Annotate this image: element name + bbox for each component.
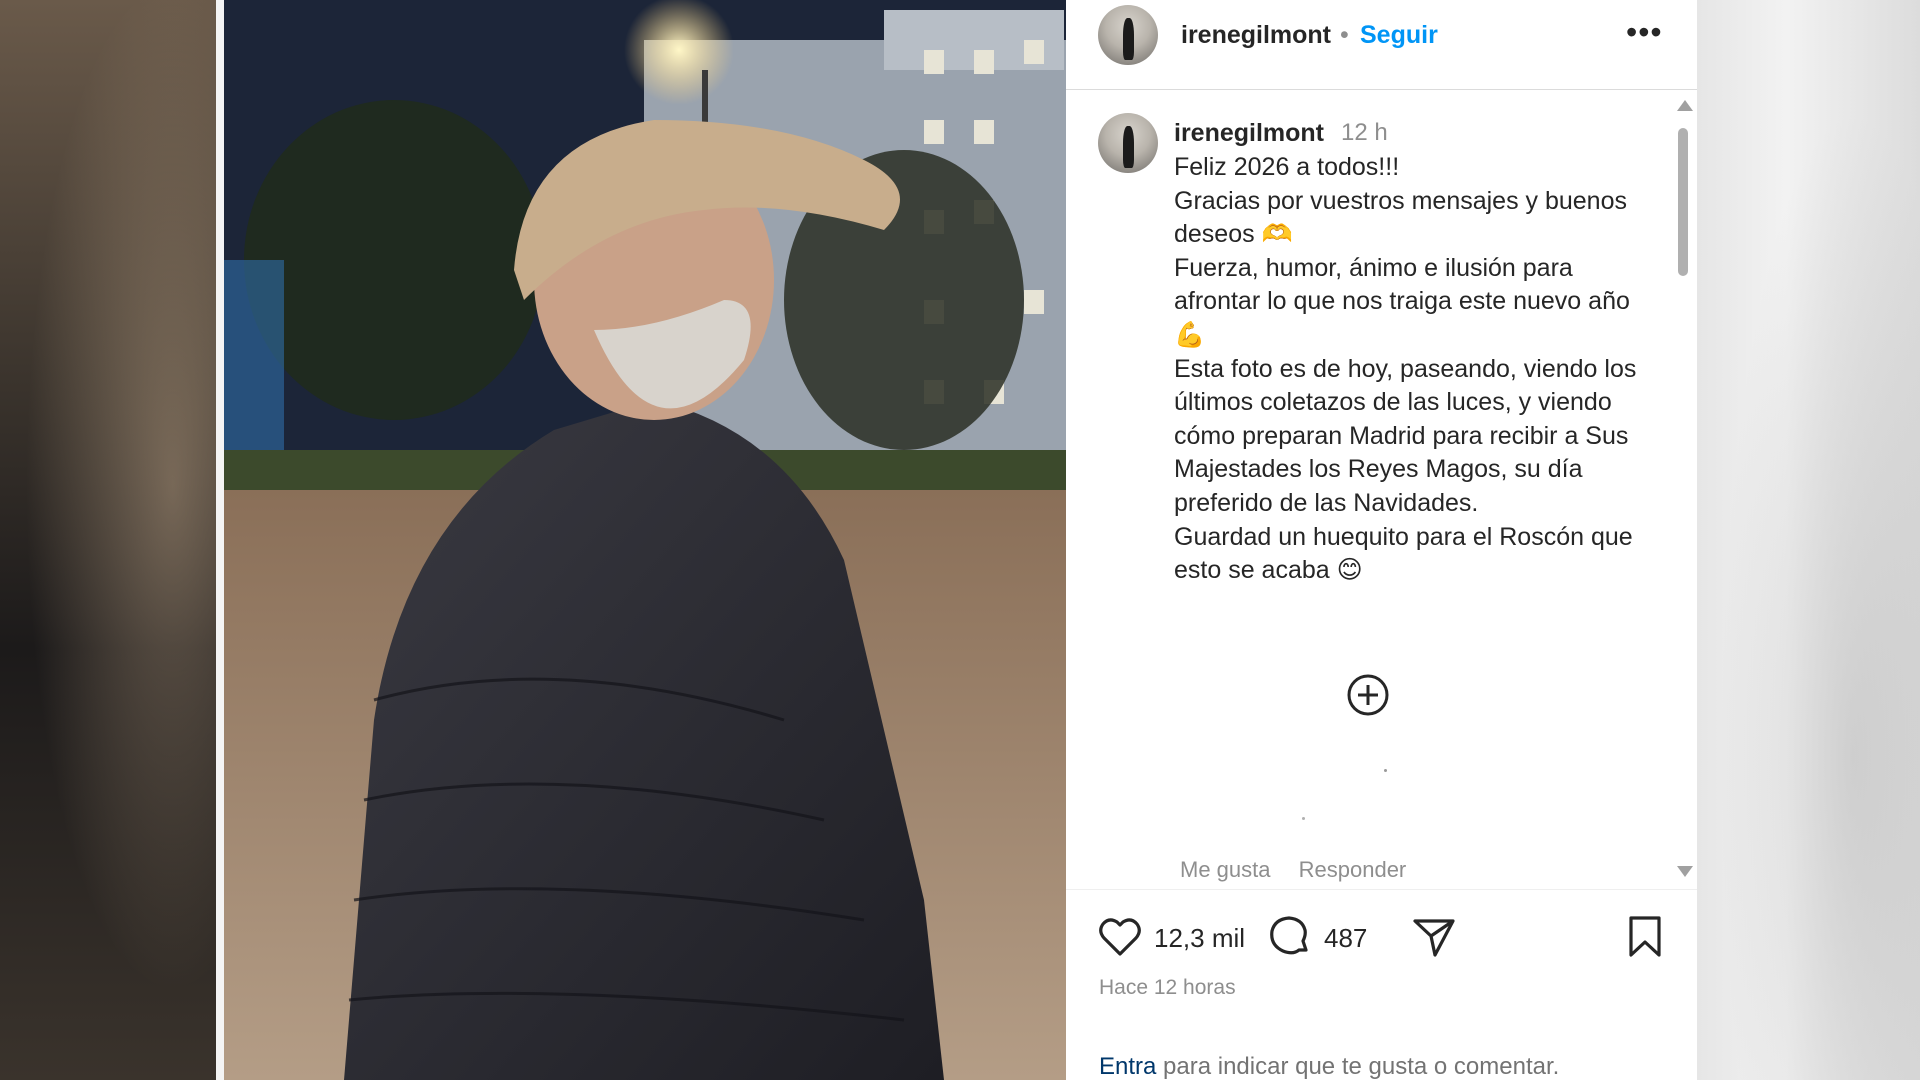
plus-circle-icon[interactable] xyxy=(1346,673,1390,717)
avatar[interactable] xyxy=(1098,5,1158,65)
comment-username[interactable]: irenegilmont xyxy=(1174,119,1324,148)
loading-dot xyxy=(1302,817,1305,820)
separator-dot: • xyxy=(1340,21,1349,49)
post-actions: 12,3 mil 487 Hace 12 horas Entra para in… xyxy=(1066,889,1697,1080)
post-timestamp[interactable]: Hace 12 horas xyxy=(1099,976,1236,1000)
more-options-icon[interactable]: ••• xyxy=(1626,14,1663,51)
comment-bubble-icon[interactable] xyxy=(1266,914,1312,960)
post-photo xyxy=(224,0,1066,1080)
scroll-up-arrow-icon[interactable] xyxy=(1677,100,1693,111)
likes-count[interactable]: 12,3 mil xyxy=(1154,923,1245,954)
scrollbar[interactable] xyxy=(1674,100,1693,886)
login-link[interactable]: Entra xyxy=(1099,1053,1156,1080)
comments-section: irenegilmont 12 h Feliz 2026 a todos!!! … xyxy=(1066,91,1697,889)
post-caption: Feliz 2026 a todos!!! Gracias por vuestr… xyxy=(1174,153,1637,585)
comment-actions: Me gusta Responder xyxy=(1180,857,1428,883)
scrollbar-thumb[interactable] xyxy=(1678,128,1688,276)
blurred-background-left xyxy=(0,0,216,1080)
post-panel: irenegilmont • Seguir ••• irenegilmont 1… xyxy=(1066,0,1697,1080)
comment-like-button[interactable]: Me gusta xyxy=(1180,857,1271,882)
comments-count[interactable]: 487 xyxy=(1324,923,1367,954)
avatar-figure xyxy=(1123,126,1134,169)
follow-button[interactable]: Seguir xyxy=(1360,21,1438,50)
comment-avatar[interactable] xyxy=(1098,113,1158,173)
avatar-figure xyxy=(1123,18,1134,61)
photo-illustration xyxy=(224,0,1066,1080)
loading-dot xyxy=(1384,769,1387,772)
login-prompt: Entra para indicar que te gusta o coment… xyxy=(1099,1053,1559,1080)
scroll-down-arrow-icon[interactable] xyxy=(1677,866,1693,877)
blurred-background-right xyxy=(1697,0,1920,1080)
author-username[interactable]: irenegilmont xyxy=(1181,21,1331,50)
comment-reply-button[interactable]: Responder xyxy=(1299,857,1407,882)
heart-icon[interactable] xyxy=(1097,914,1143,960)
share-paper-plane-icon[interactable] xyxy=(1411,914,1457,960)
frame-divider xyxy=(216,0,224,1080)
login-prompt-text: para indicar que te gusta o comentar. xyxy=(1156,1053,1560,1080)
post-header: irenegilmont • Seguir ••• xyxy=(1066,0,1697,90)
bookmark-icon[interactable] xyxy=(1622,914,1668,960)
comment-time[interactable]: 12 h xyxy=(1341,119,1388,147)
